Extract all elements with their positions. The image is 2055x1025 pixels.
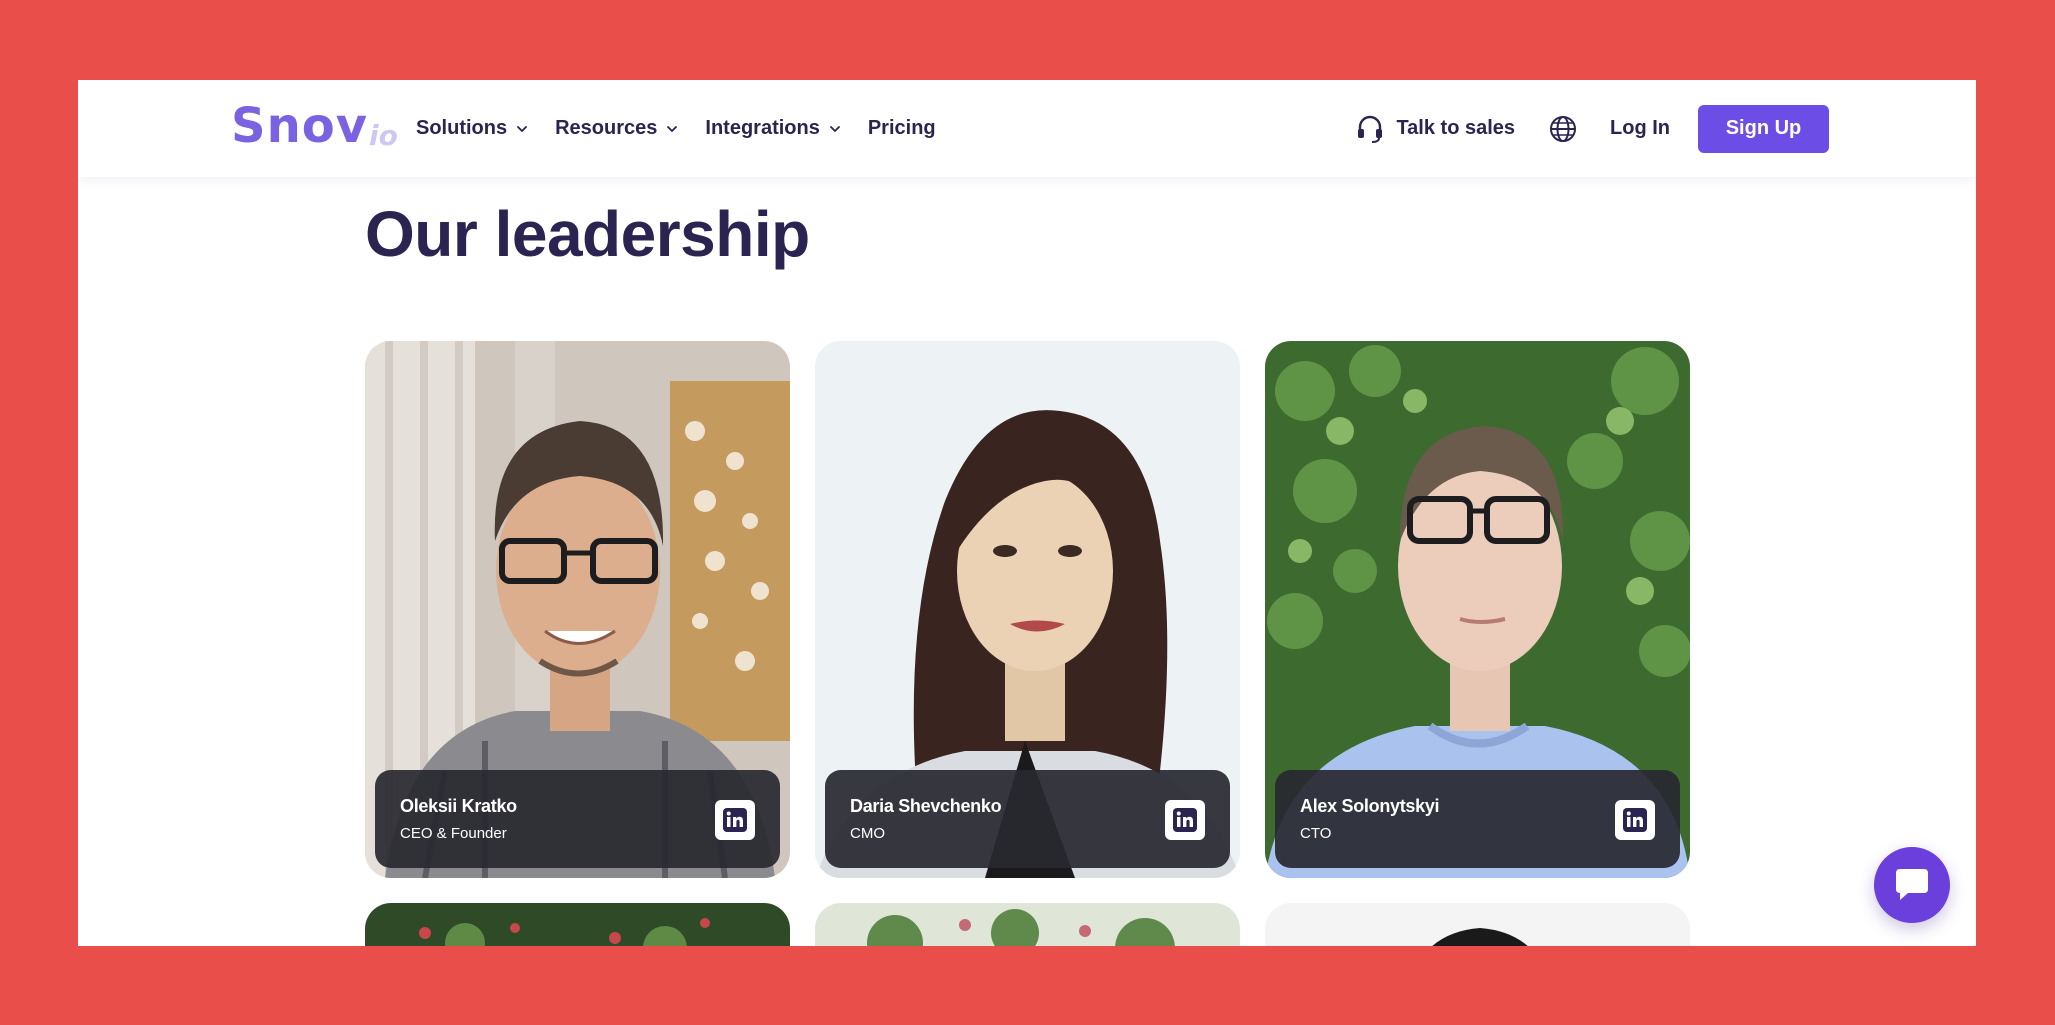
linkedin-button[interactable] [715, 800, 755, 840]
main-nav: Solutions Resources Integrations Pricing [416, 80, 962, 177]
linkedin-button[interactable] [1615, 800, 1655, 840]
talk-to-sales-label: Talk to sales [1396, 117, 1516, 139]
leader-card: Oleksii Kratko CEO & Founder [365, 341, 790, 878]
linkedin-icon [1623, 808, 1647, 832]
signup-button[interactable]: Sign Up [1698, 104, 1829, 153]
leader-card: Alex Solonytskyi CTO [1265, 341, 1690, 878]
nav-solutions[interactable]: Solutions [416, 117, 529, 140]
leader-card-partial [1265, 903, 1690, 946]
leader-info-panel: Oleksii Kratko CEO & Founder [375, 770, 780, 868]
talk-to-sales-link[interactable]: Talk to sales [1356, 114, 1515, 144]
leader-role: CEO & Founder [400, 825, 507, 842]
linkedin-icon [723, 808, 747, 832]
leader-card-partial [815, 903, 1240, 946]
leader-role: CTO [1300, 825, 1332, 842]
nav-integrations[interactable]: Integrations [705, 117, 841, 140]
globe-icon[interactable] [1549, 115, 1577, 143]
chevron-down-icon [667, 125, 678, 132]
leader-photo [365, 903, 790, 946]
leader-name: Alex Solonytskyi [1300, 796, 1440, 816]
nav-pricing-label: Pricing [867, 117, 936, 139]
nav-resources-label: Resources [555, 117, 658, 139]
leader-photo [1265, 903, 1690, 946]
leader-card-partial [365, 903, 790, 946]
leader-photo [815, 903, 1240, 946]
nav-resources[interactable]: Resources [555, 117, 679, 140]
headset-icon [1358, 115, 1383, 143]
logo-main-text: Snov [231, 98, 369, 154]
leader-info-panel: Daria Shevchenko CMO [825, 770, 1230, 868]
login-link[interactable]: Log In [1610, 117, 1670, 140]
nav-pricing[interactable]: Pricing [868, 117, 936, 140]
leader-info-panel: Alex Solonytskyi CTO [1275, 770, 1680, 868]
chat-widget-button[interactable] [1874, 847, 1950, 923]
leader-name: Daria Shevchenko [850, 796, 1002, 816]
nav-integrations-label: Integrations [705, 117, 820, 139]
linkedin-button[interactable] [1165, 800, 1205, 840]
chevron-down-icon [829, 125, 840, 132]
chevron-down-icon [517, 125, 528, 132]
linkedin-icon [1173, 808, 1197, 832]
chat-bubble-icon [1896, 869, 1928, 900]
section-title: Our leadership [365, 198, 810, 270]
leader-role: CMO [850, 825, 885, 842]
page-frame: Snov io Solutions Resources Integrations… [78, 80, 1976, 946]
header-actions: Talk to sales Log In Sign Up [1356, 80, 1829, 177]
leader-name: Oleksii Kratko [400, 796, 517, 816]
snovio-logo[interactable]: Snov io [231, 102, 398, 150]
nav-solutions-label: Solutions [416, 117, 508, 139]
logo-sub-text: io [369, 119, 398, 152]
leader-card: Daria Shevchenko CMO [815, 341, 1240, 878]
site-header: Snov io Solutions Resources Integrations… [78, 80, 1976, 177]
